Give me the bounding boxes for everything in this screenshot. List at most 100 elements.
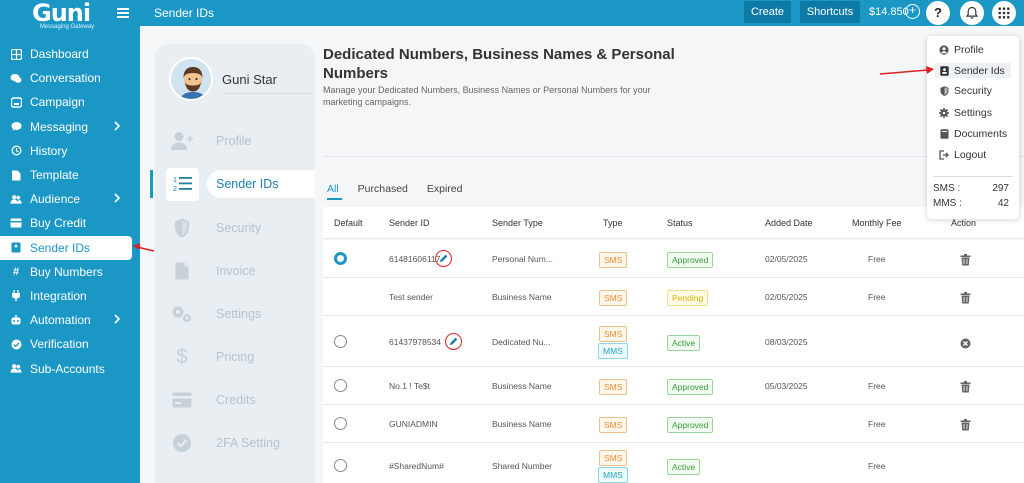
sidebar-item-label: Messaging (30, 119, 89, 134)
default-radio[interactable] (334, 458, 347, 472)
status-badge: Approved (667, 252, 714, 268)
help-icon[interactable]: ? (926, 1, 950, 25)
subnav-item-sender-ids[interactable]: 1 2 Sender IDs (155, 164, 315, 204)
robot-icon (10, 314, 22, 326)
dropdown-item-security[interactable]: Security (939, 85, 992, 97)
sidebar-item-template[interactable]: Template (0, 163, 140, 187)
tab-all[interactable]: All (327, 183, 339, 195)
check-circle-icon (10, 338, 22, 350)
sms-count: 297 (992, 183, 1009, 194)
sidebar-item-campaign[interactable]: Campaign (0, 90, 140, 114)
subnav-item-security[interactable]: Security (155, 208, 315, 248)
sidebar-item-dashboard[interactable]: Dashboard (0, 42, 140, 66)
added-date-cell: 05/03/2025 (765, 381, 808, 391)
plug-icon (10, 290, 22, 302)
sms-label: SMS : (933, 183, 961, 194)
subnav-item-credits[interactable]: Credits (155, 380, 315, 420)
sidebar-item-label: Template (30, 168, 79, 183)
sidebar-item-conversation[interactable]: Conversation (0, 66, 140, 90)
trash-icon[interactable] (960, 380, 971, 393)
default-radio[interactable] (334, 334, 347, 348)
default-radio[interactable] (334, 417, 347, 430)
type-badge-sms: SMS (599, 379, 628, 395)
table-row: Test sender Business Name SMS Pending 02/05/… (323, 278, 1024, 316)
default-radio[interactable] (334, 379, 347, 392)
sidebar-item-buy-credit[interactable]: Buy Credit (0, 211, 140, 235)
add-credit-icon[interactable]: + (905, 4, 920, 19)
dropdown-item-label: Profile (954, 44, 984, 56)
edit-pencil-icon[interactable] (445, 332, 462, 350)
column-header-sender-type: Sender Type (492, 218, 543, 228)
sidebar-item-history[interactable]: History (0, 139, 140, 163)
added-date-cell: 02/05/2025 (765, 292, 808, 302)
trash-icon[interactable] (960, 291, 971, 304)
sidebar-item-label: Sender IDs (30, 240, 91, 255)
bell-icon[interactable] (960, 1, 984, 25)
sender-id-cell: #SharedNum# (389, 460, 444, 471)
subnav-item-2fa-setting[interactable]: 2FA Setting (155, 423, 315, 463)
dropdown-item-documents[interactable]: Documents (939, 128, 1007, 140)
sidebar-item-sub-accounts[interactable]: Sub-Accounts (0, 356, 140, 380)
subnav-item-label: Profile (216, 134, 252, 148)
table-row: No.1 ! Te$t Business Name SMS Approved 05/03… (323, 367, 1024, 405)
trash-icon[interactable] (960, 418, 971, 431)
sidebar-item-audience[interactable]: Audience (0, 187, 140, 211)
create-button[interactable]: Create (744, 1, 791, 23)
trash-icon[interactable] (960, 253, 971, 266)
dropdown-item-sender-ids[interactable]: Sender Ids (935, 63, 1011, 78)
sidebar-item-automation[interactable]: Automation (0, 308, 140, 332)
logo[interactable]: Guni Messaging Gateway (32, 0, 102, 30)
sender-id-cell: No.1 ! Te$t (389, 381, 430, 391)
tab-purchased[interactable]: Purchased (358, 183, 408, 195)
logout-icon (939, 150, 949, 160)
subnav-item-label: Credits (216, 393, 256, 407)
tab-active-underline (327, 198, 342, 200)
hash-icon: # (12, 265, 20, 278)
hamburger-menu-icon[interactable] (117, 8, 129, 18)
edit-pencil-icon[interactable] (435, 250, 452, 267)
sender-type-cell: Business Name (492, 292, 552, 302)
default-radio[interactable] (334, 252, 347, 265)
cancel-circle-icon[interactable] (960, 336, 971, 348)
sidebar-item-label: Integration (30, 288, 87, 303)
logo-subtitle: Messaging Gateway (39, 24, 95, 30)
type-badge-sms: SMS (599, 252, 628, 268)
apps-grid-icon[interactable] (992, 1, 1016, 25)
dollar-icon: $ (176, 345, 188, 368)
sidebar-item-messaging[interactable]: Messaging (0, 115, 140, 139)
grid-icon (10, 48, 22, 60)
subnav-item-pricing[interactable]: $ Pricing (155, 337, 315, 377)
added-date-cell: 08/03/2025 (765, 336, 808, 347)
status-badge: Approved (667, 379, 714, 395)
subnav-item-label: Sender IDs (216, 177, 279, 191)
dropdown-item-label: Logout (954, 149, 987, 161)
sidebar-item-verification[interactable]: Verification (0, 332, 140, 356)
sidebar-item-label: Sub-Accounts (30, 361, 105, 376)
subnav-item-profile[interactable]: Profile (155, 121, 315, 161)
tab-expired[interactable]: Expired (427, 183, 463, 195)
subnav-item-label: Invoice (216, 264, 256, 278)
chevron-right-icon (113, 120, 121, 134)
dropdown-item-profile[interactable]: Profile (939, 44, 984, 56)
column-header-added-date: Added Date (765, 218, 813, 228)
type-badge-mms: MMS (598, 342, 628, 359)
logo-text: Guni (32, 0, 91, 27)
subnav-item-settings[interactable]: Settings (155, 294, 315, 334)
subnav-item-invoice[interactable]: Invoice (155, 251, 315, 291)
check-badge-icon (169, 430, 195, 456)
dropdown-item-settings[interactable]: Settings (939, 107, 992, 119)
sidebar-item-buy-numbers[interactable]: # Buy Numbers (0, 260, 140, 284)
sidebar-item-label: Buy Numbers (30, 264, 103, 279)
type-badge-sms: SMS (599, 325, 628, 342)
dropdown-item-logout[interactable]: Logout (939, 149, 986, 161)
subnav-item-label: Security (216, 221, 262, 235)
dropdown-item-label: Sender Ids (954, 64, 1005, 77)
sidebar-item-sender-ids[interactable]: Sender IDs (0, 235, 132, 260)
shortcuts-button[interactable]: Shortcuts (800, 1, 860, 23)
sidebar-item-label: Verification (30, 337, 89, 352)
monthly-fee-cell: Free (868, 381, 886, 391)
subnav-active-indicator (150, 170, 153, 198)
status-badge: Pending (667, 290, 709, 306)
sidebar-nav: Dashboard Conversation Campaign Messaging Hi… (0, 42, 140, 381)
sidebar-item-integration[interactable]: Integration (0, 284, 140, 308)
